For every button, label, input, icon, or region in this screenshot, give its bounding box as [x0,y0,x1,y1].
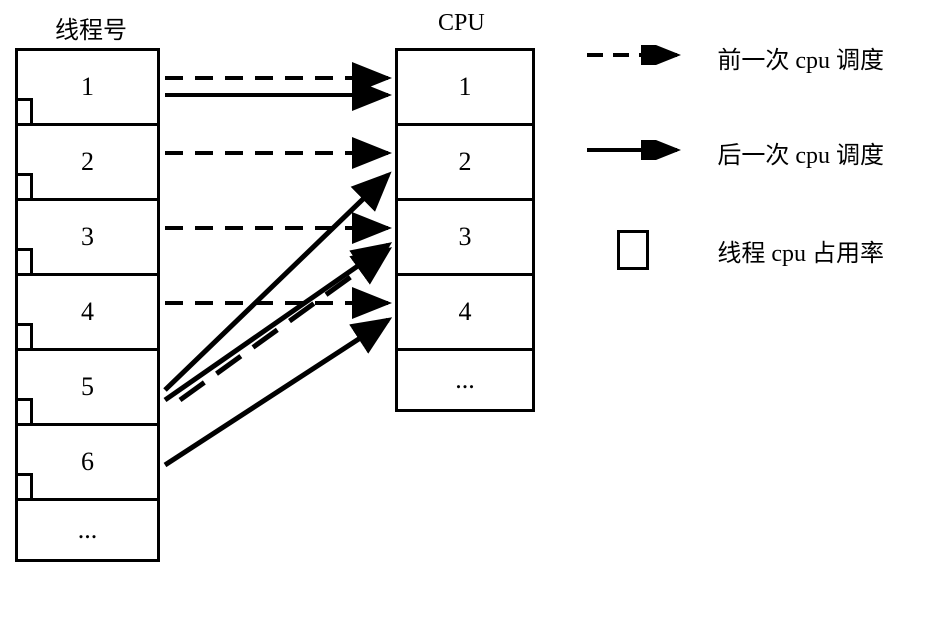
cpu-number: 1 [459,72,472,102]
thread-table: 1 2 3 4 5 6 ... [15,48,160,562]
thread-cell: 5 [18,351,157,426]
thread-cell: 6 [18,426,157,501]
cpu-number: 3 [459,222,472,252]
thread-number: 3 [81,222,94,252]
cpu-cell: 3 [398,201,532,276]
thread-number: 4 [81,297,94,327]
solid-arrow-icon [587,140,687,166]
solid-arrow [165,175,388,390]
cpu-number: 4 [459,297,472,327]
cpu-cell: ... [398,351,532,409]
thread-cell: ... [18,501,157,559]
cpu-cell: 2 [398,126,532,201]
square-icon [587,230,687,270]
cpu-cell: 4 [398,276,532,351]
solid-arrow [165,320,388,465]
thread-number: 6 [81,447,94,477]
cpu-usage-indicator [15,98,33,126]
legend-item-dashed: 前一次 cpu 调度 [587,40,884,75]
cpu-column-header: CPU [438,10,485,37]
thread-column-header: 线程号 [55,10,127,45]
solid-arrow [180,250,388,400]
thread-number: 5 [81,372,94,402]
thread-cell: 1 [18,51,157,126]
cpu-usage-indicator [15,323,33,351]
cpu-number: 2 [459,147,472,177]
cpu-usage-indicator [15,398,33,426]
thread-cell: 4 [18,276,157,351]
legend-item-square: 线程 cpu 占用率 [587,230,884,270]
thread-number: 1 [81,72,94,102]
cpu-table: 1 2 3 4 ... [395,48,535,412]
cpu-cell: 1 [398,51,532,126]
legend-item-solid: 后一次 cpu 调度 [587,135,884,170]
cpu-usage-indicator [15,173,33,201]
solid-arrow [165,245,388,400]
legend-label: 后一次 cpu 调度 [717,135,884,170]
cpu-usage-indicator [15,248,33,276]
thread-cell: 3 [18,201,157,276]
legend-label: 线程 cpu 占用率 [717,233,884,268]
legend-label: 前一次 cpu 调度 [717,40,884,75]
cpu-usage-indicator [15,473,33,501]
thread-number: ... [78,515,98,545]
legend: 前一次 cpu 调度 后一次 cpu 调度 线程 cpu 占用率 [587,40,884,330]
cpu-number: ... [455,365,475,395]
thread-number: 2 [81,147,94,177]
dashed-arrow-icon [587,45,687,71]
thread-cell: 2 [18,126,157,201]
